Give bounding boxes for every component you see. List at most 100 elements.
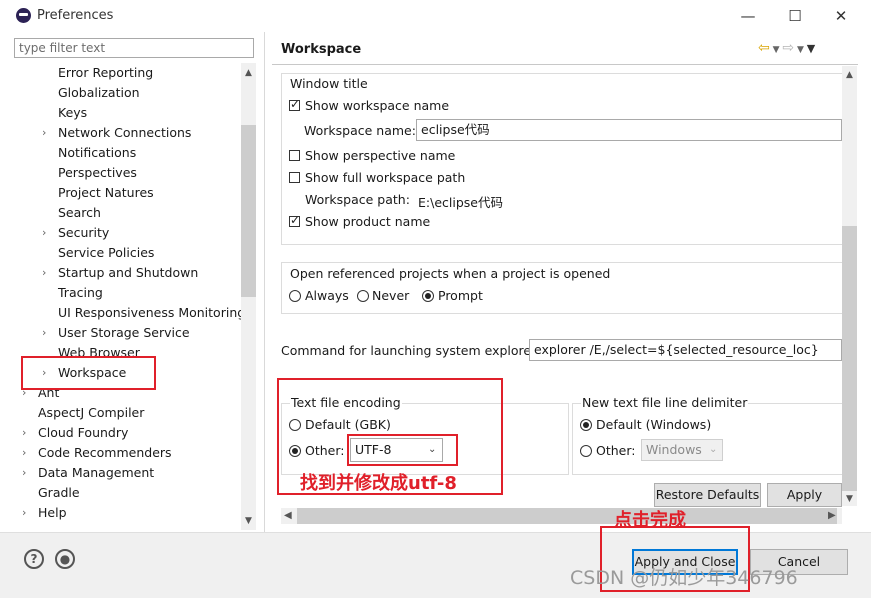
tree-item-label: Notifications [58,145,137,160]
expand-chevron-icon[interactable]: › [22,423,34,443]
open-referenced-label: Open referenced projects when a project … [290,266,611,281]
workspace-name-label: Workspace name: [304,123,416,138]
preferences-tree: Error Reporting Globalization Keys › Network… [14,63,242,528]
tree-item[interactable]: Search [14,203,242,223]
close-button[interactable]: ✕ [821,4,861,28]
tree-item[interactable]: › Startup and Shutdown [14,263,242,283]
show-perspective-name-label[interactable]: Show perspective name [305,148,455,163]
show-workspace-name-checkbox[interactable] [289,97,300,111]
tree-item-label: Network Connections [58,125,192,140]
tree-item-label: Code Recommenders [38,445,172,460]
tree-item[interactable]: AspectJ Compiler [14,403,242,423]
tree-item[interactable]: Error Reporting [14,63,242,83]
tree-item[interactable]: Perspectives [14,163,242,183]
expand-chevron-icon[interactable]: › [42,263,54,283]
maximize-button[interactable]: ☐ [775,4,815,28]
show-workspace-name-label[interactable]: Show workspace name [305,98,449,113]
delimiter-other-radio[interactable] [580,445,592,457]
import-export-icon[interactable]: ● [55,549,75,569]
explorer-command-input[interactable]: explorer /E,/select=${selected_resource_… [529,339,842,361]
expand-chevron-icon[interactable]: › [42,223,54,243]
tree-item[interactable]: › Security [14,223,242,243]
never-label[interactable]: Never [372,288,409,303]
tree-item[interactable]: › Code Recommenders [14,443,242,463]
tree-item[interactable]: Tracing [14,283,242,303]
tree-item-label: Gradle [38,485,80,500]
tree-item-label: Startup and Shutdown [58,265,199,280]
back-menu-icon[interactable]: ▼ [770,45,783,55]
line-delimiter-label: New text file line delimiter [581,395,749,410]
window-title: Preferences [37,8,114,23]
delimiter-other-label[interactable]: Other: [596,443,635,458]
filter-input[interactable] [14,38,254,58]
expand-chevron-icon[interactable]: › [22,443,34,463]
tree-item[interactable]: Project Natures [14,183,242,203]
show-perspective-name-checkbox[interactable] [289,150,300,161]
expand-chevron-icon[interactable]: › [42,323,54,343]
tree-item[interactable]: › Network Connections [14,123,242,143]
tree-item[interactable]: Globalization [14,83,242,103]
workspace-path-value: E:\eclipse代码 [418,195,503,210]
delimiter-default-radio[interactable] [580,419,592,431]
tree-scrollbar-thumb[interactable] [241,125,256,297]
tree-item[interactable]: Keys [14,103,242,123]
tree-scroll-down-icon[interactable]: ▼ [241,514,256,528]
tree-scroll-up-icon[interactable]: ▲ [241,66,256,80]
tree-item[interactable]: UI Responsiveness Monitoring [14,303,242,323]
tree-item[interactable]: Gradle [14,483,242,503]
forward-arrow-icon[interactable]: ⇨ [782,40,794,56]
back-arrow-icon[interactable]: ⇦ [758,40,770,56]
tree-item-label: Data Management [38,465,155,480]
page-scroll-down-icon[interactable]: ▼ [842,492,857,506]
pane-splitter[interactable] [264,32,265,532]
page-scroll-up-icon[interactable]: ▲ [842,68,857,82]
expand-chevron-icon[interactable]: › [42,123,54,143]
always-radio[interactable] [289,290,301,302]
tree-item[interactable]: › Help [14,503,242,523]
hscroll-right-icon[interactable]: ▶ [828,510,836,521]
tree-item-label: Perspectives [58,165,137,180]
view-menu-icon[interactable]: ▼ [807,42,815,55]
tree-item[interactable]: Notifications [14,143,242,163]
tree-item-label: Cloud Foundry [38,425,129,440]
expand-chevron-icon[interactable]: › [22,463,34,483]
show-full-path-checkbox[interactable] [289,172,300,183]
tree-item[interactable]: › Cloud Foundry [14,423,242,443]
tree-item[interactable]: › User Storage Service [14,323,242,343]
tree-item[interactable]: Service Policies [14,243,242,263]
workspace-name-input[interactable]: eclipse代码 [416,119,842,141]
show-product-name-label[interactable]: Show product name [305,214,430,229]
page-title: Workspace [281,42,362,57]
never-radio[interactable] [357,290,369,302]
prompt-radio[interactable] [422,290,434,302]
help-icon[interactable]: ? [24,549,44,569]
tree-item[interactable]: › Data Management [14,463,242,483]
apply-button[interactable]: Apply [767,483,842,507]
tree-item-label: Security [58,225,110,240]
tree-item-label: Error Reporting [58,65,154,80]
hscroll-left-icon[interactable]: ◀ [284,510,292,521]
workspace-path-label: Workspace path: [305,192,410,207]
tree-item-label: Search [58,205,101,220]
always-label[interactable]: Always [305,288,349,303]
minimize-button[interactable]: — [728,4,768,28]
window-title-group-label: Window title [290,76,368,91]
delimiter-default-label[interactable]: Default (Windows) [596,417,711,432]
show-full-path-label[interactable]: Show full workspace path [305,170,465,185]
delimiter-dropdown-chevron-icon: ⌄ [709,444,718,455]
watermark: CSDN @仍如少年346796 [570,567,798,589]
history-nav: ⇦ ▼ ⇨ ▼ ▼ [758,40,815,56]
tree-item-label: Globalization [58,85,140,100]
prompt-label[interactable]: Prompt [438,288,483,303]
expand-chevron-icon[interactable]: › [22,503,34,523]
tree-item-label: Help [38,505,67,520]
forward-menu-icon[interactable]: ▼ [794,45,807,55]
tree-item-label: Service Policies [58,245,155,260]
tree-item-label: User Storage Service [58,325,190,340]
tree-item-label: AspectJ Compiler [38,405,145,420]
page-hscrollbar-thumb[interactable] [297,508,837,524]
workspace-highlight-box [21,356,156,390]
restore-defaults-button[interactable]: Restore Defaults [654,483,761,507]
show-product-name-checkbox[interactable] [289,213,300,227]
page-scrollbar-thumb[interactable] [842,226,857,491]
